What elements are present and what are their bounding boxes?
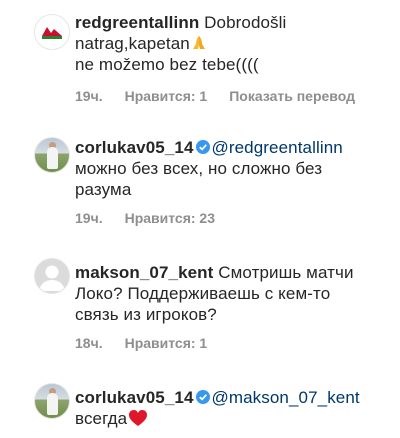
- comment-text-line: Смотришь матчи: [218, 263, 354, 282]
- comment-time: 18ч.: [75, 335, 103, 351]
- comment-text-line: Локо? Поддерживаешь с кем-то: [75, 284, 331, 303]
- comment-meta: 19ч. Нравится: 1 Показать перевод: [75, 88, 377, 104]
- avatar[interactable]: [34, 258, 70, 294]
- comment-meta: 19ч. Нравится: 23: [75, 210, 237, 226]
- avatar[interactable]: [34, 383, 70, 419]
- comment-text-line: natrag,kapetan: [75, 34, 190, 53]
- verified-badge-icon: [195, 390, 210, 404]
- comment-text-line: связь из игроков?: [75, 305, 217, 324]
- club-logo-icon: [42, 27, 62, 39]
- like-count[interactable]: Нравится: 1: [125, 335, 208, 351]
- default-avatar-icon: [39, 265, 65, 291]
- verified-badge-icon: [195, 140, 210, 154]
- like-count[interactable]: Нравится: 23: [125, 210, 215, 226]
- comment-meta: 18ч. Нравится: 1: [75, 335, 229, 351]
- comment-text: corlukav05_14 @redgreentallinn можно без…: [75, 137, 386, 200]
- show-translation-button[interactable]: Показать перевод: [229, 88, 355, 104]
- mention-link[interactable]: @redgreentallinn: [212, 138, 343, 157]
- mention-link[interactable]: @makson_07_kent: [212, 388, 360, 407]
- comment-text: makson_07_kent Смотришь матчи Локо? Подд…: [75, 262, 386, 325]
- comment-text: corlukav05_14 @makson_07_kent всегда: [75, 387, 386, 429]
- comment-text-line: ne možemo bez tebe((((: [75, 55, 259, 74]
- avatar[interactable]: [34, 14, 70, 50]
- comment-username[interactable]: corlukav05_14: [75, 388, 194, 407]
- folded-hands-icon: [192, 36, 205, 49]
- comment-username[interactable]: makson_07_kent: [75, 263, 213, 282]
- comment-text-line: разума: [75, 180, 132, 199]
- comment-text-line: Dobrodošli: [204, 13, 287, 32]
- avatar[interactable]: [34, 137, 70, 173]
- comment-time: 19ч.: [75, 210, 103, 226]
- like-count[interactable]: Нравится: 1: [125, 88, 208, 104]
- comment-text-line: всегда: [75, 409, 128, 428]
- comment-text-line: можно без всех, но сложно без: [75, 159, 323, 178]
- comment-text: redgreentallinn Dobrodošli natrag,kapeta…: [75, 12, 386, 75]
- comment-username[interactable]: redgreentallinn: [75, 13, 199, 32]
- comment-username[interactable]: corlukav05_14: [75, 138, 194, 157]
- comment-time: 19ч.: [75, 88, 103, 104]
- red-heart-icon: [129, 410, 148, 426]
